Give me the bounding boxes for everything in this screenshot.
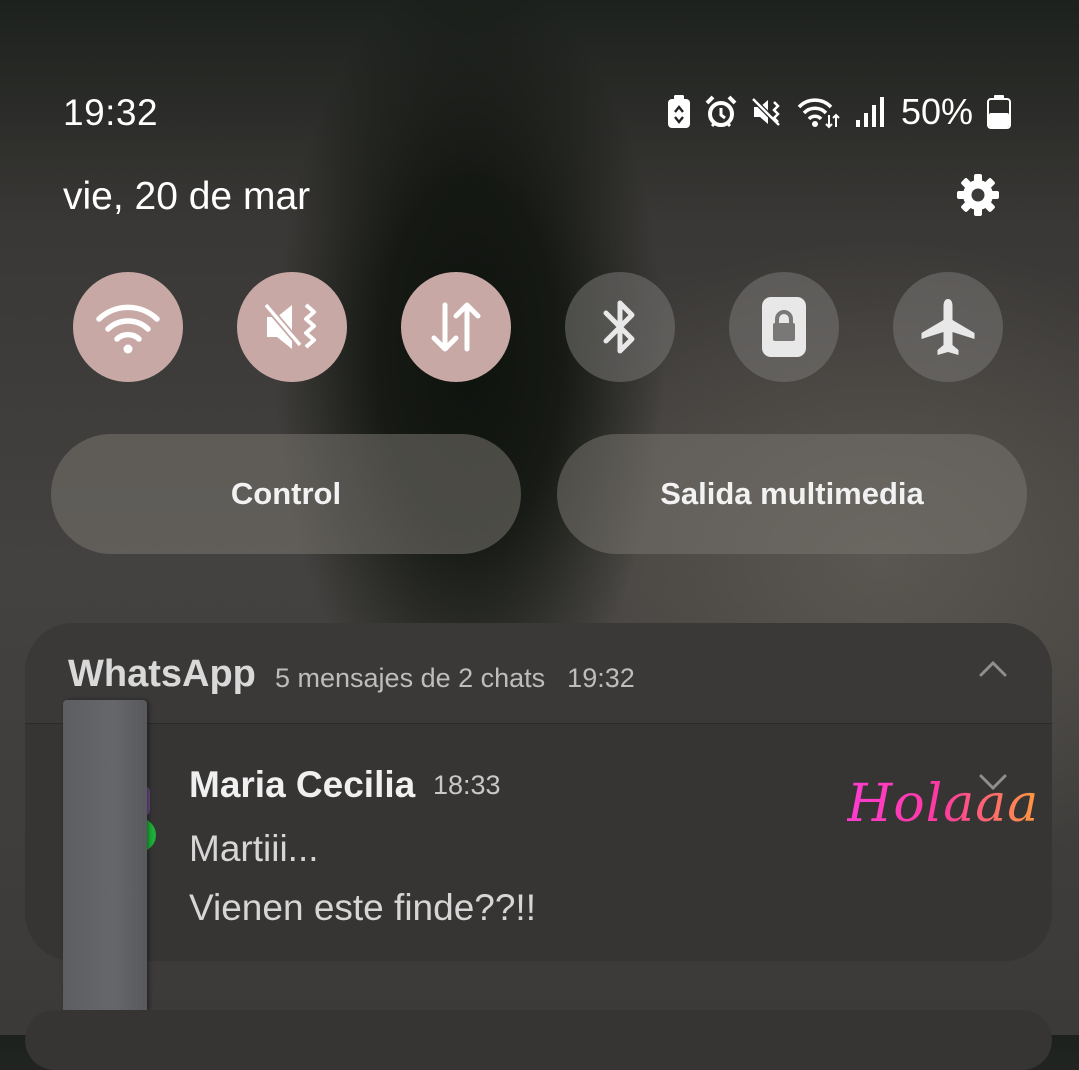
message-sender: Maria Cecilia	[189, 764, 416, 805]
chevron-up-icon[interactable]	[978, 659, 1008, 684]
date-label: vie, 20 de mar	[63, 175, 311, 218]
avatar	[63, 700, 147, 1013]
vibrate-mute-icon	[751, 97, 781, 127]
settings-gear-icon[interactable]	[953, 170, 1003, 220]
status-icons: 50%	[667, 91, 1011, 132]
notification-app-name: WhatsApp	[68, 653, 256, 695]
battery-saver-icon	[667, 95, 690, 128]
signal-icon	[855, 97, 884, 127]
data-transfer-icon	[431, 302, 481, 352]
rotation-lock-toggle[interactable]	[729, 272, 839, 382]
notification-time: 19:32	[567, 663, 635, 693]
battery-percent: 50%	[900, 91, 973, 132]
battery-icon	[987, 95, 1011, 129]
alarm-icon	[705, 95, 737, 128]
message-text-line: Vienen este finde??!!	[189, 887, 536, 928]
mute-vibrate-icon	[263, 302, 316, 349]
lock-icon	[762, 297, 806, 357]
sticker-image: Holaaa	[847, 774, 1040, 834]
wifi-data-icon	[797, 98, 840, 129]
media-output-button[interactable]: Salida multimedia	[557, 434, 1027, 554]
wifi-toggle[interactable]	[73, 272, 183, 382]
message-time: 18:33	[433, 770, 501, 800]
message-item[interactable]: Maria Cecilia 18:33 Martiii... Vienen es…	[25, 724, 1052, 961]
sound-toggle[interactable]	[237, 272, 347, 382]
airplane-icon	[921, 299, 975, 355]
next-notification-card[interactable]	[25, 1010, 1052, 1070]
wifi-icon	[96, 304, 160, 354]
airplane-mode-toggle[interactable]	[893, 272, 1003, 382]
notification-summary: 5 mensajes de 2 chats	[275, 663, 546, 693]
mobile-data-toggle[interactable]	[401, 272, 511, 382]
status-time: 19:32	[63, 92, 159, 133]
message-text-line: Martiii...	[189, 828, 319, 869]
whatsapp-notification[interactable]: WhatsApp 5 mensajes de 2 chats 19:32 Mari…	[25, 623, 1052, 961]
control-button[interactable]: Control	[51, 434, 521, 554]
notification-meta: 5 mensajes de 2 chats 19:32	[275, 663, 657, 694]
notification-header[interactable]: WhatsApp 5 mensajes de 2 chats 19:32	[25, 623, 1052, 723]
chevron-down-icon[interactable]	[978, 772, 1008, 797]
bluetooth-toggle[interactable]	[565, 272, 675, 382]
bluetooth-icon	[603, 300, 635, 354]
